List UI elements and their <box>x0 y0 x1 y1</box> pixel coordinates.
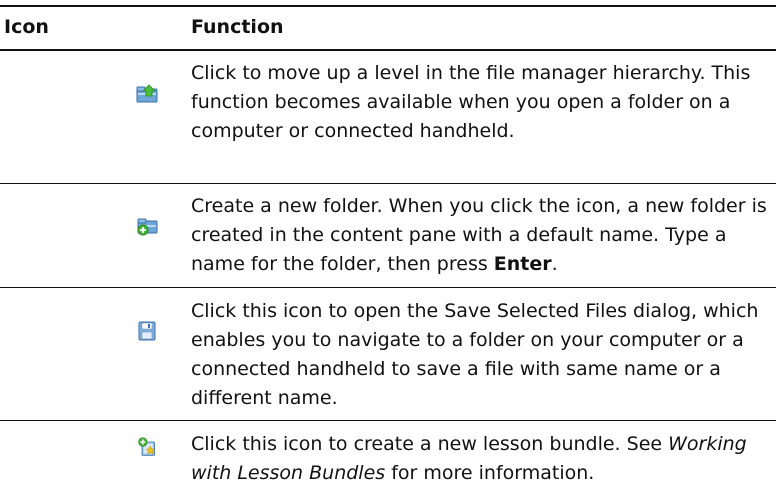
header-rule <box>0 49 776 51</box>
row-text: Create a new folder. When you click the … <box>191 195 767 275</box>
up-level-folder-icon <box>136 84 158 103</box>
row-rule <box>0 287 776 288</box>
row-text: Click this icon to create a new lesson b… <box>191 433 747 484</box>
table-top-rule <box>0 5 776 7</box>
row-rule <box>0 183 776 184</box>
header-icon: Icon <box>4 16 49 38</box>
enter-key-label: Enter <box>493 253 552 275</box>
save-icon <box>138 321 156 341</box>
new-folder-icon <box>137 218 158 236</box>
row-rule <box>0 420 776 421</box>
new-lesson-bundle-icon <box>138 437 156 456</box>
row-text: Click to move up a level in the file man… <box>191 62 751 142</box>
header-function: Function <box>191 16 284 38</box>
row-text: Click this icon to open the Save Selecte… <box>191 300 759 409</box>
